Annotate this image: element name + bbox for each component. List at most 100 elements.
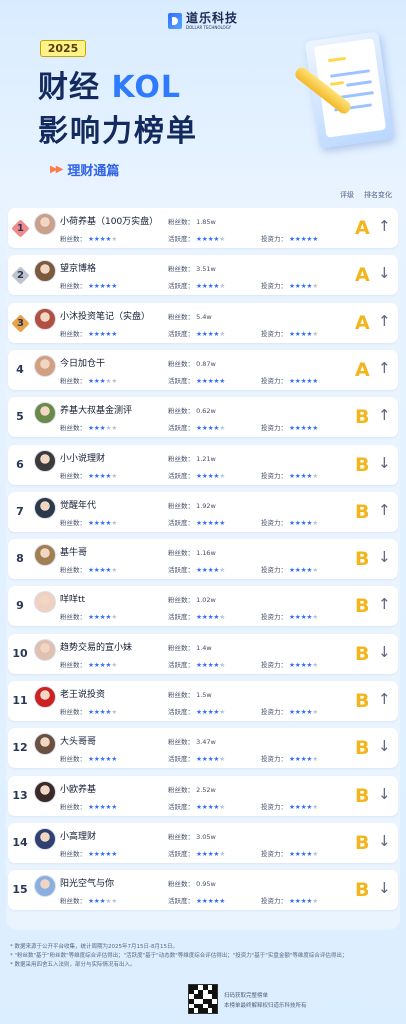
fans-count: 粉丝数： 1.85w (168, 218, 216, 226)
rank-badge: 3 (11, 313, 30, 333)
ranking-row[interactable]: 2 望京博格 粉丝数： 3.51w 粉丝数： ★★★★★ 活跃度： ★★★★★ 投资力： … (8, 255, 398, 296)
year-badge: 2025 (40, 40, 86, 57)
avatar (34, 307, 56, 330)
active-rating: 活跃度： ★★★★★ (168, 235, 226, 243)
kol-name: 小欧养基 (60, 784, 97, 795)
ranking-row[interactable]: 15 阳光空气与你 粉丝数： 0.95w 粉丝数： ★★★★★ 活跃度： ★★★★★ 投资… (8, 870, 398, 911)
grade-badge: B (355, 642, 370, 665)
rating-stars: ★★★★★ (196, 471, 226, 480)
fans-rating: 粉丝数： ★★★★★ (60, 329, 118, 338)
ranking-row[interactable]: 4 今日加仓干 粉丝数： 0.87w 粉丝数： ★★★★★ 活跃度： ★★★★★ 投资力：… (8, 349, 398, 390)
rank-trend-icon: ↑ (378, 311, 391, 330)
fans-rating: 粉丝数： ★★★★★ (60, 802, 118, 811)
ranking-row[interactable]: 12 大头哥哥 粉丝数： 3.47w 粉丝数： ★★★★★ 活跃度： ★★★★★ 投资力：… (8, 728, 398, 769)
fans-count: 粉丝数： 1.4w (168, 643, 212, 652)
ranking-row[interactable]: 9 咩咩tt 粉丝数： 1.02w 粉丝数： ★★★★★ 活跃度： ★★★★★ 投资力： … (8, 586, 398, 627)
page-title-line2: 影响力榜单 (38, 114, 198, 149)
rating-stars: ★★★★★ (289, 376, 319, 385)
active-rating: 活跃度： ★★★★★ (168, 566, 226, 575)
fans-rating: 粉丝数： ★★★★★ (60, 376, 118, 385)
kol-name: 今日加仓干 (60, 358, 106, 369)
brand-name: 道乐科技 (185, 11, 238, 25)
ranking-row[interactable]: 5 养基大叔基金测评 粉丝数： 0.62w 粉丝数： ★★★★★ 活跃度： ★★★★★ 投… (8, 397, 398, 438)
kol-name: 小小说理财 (60, 453, 106, 464)
ranking-row[interactable]: 8 基牛哥 粉丝数： 1.16w 粉丝数： ★★★★★ 活跃度： ★★★★★ 投资力： ★… (8, 539, 398, 580)
grade-badge: B (355, 737, 370, 760)
avatar (34, 686, 56, 708)
fans-rating: 粉丝数： ★★★★★ (60, 897, 118, 906)
rank-trend-icon: ↓ (378, 453, 391, 472)
rating-stars: ★★★★★ (88, 329, 118, 338)
invest-rating: 投资力： ★★★★★ (261, 282, 319, 291)
avatar (34, 402, 56, 425)
grade-badge: B (355, 879, 370, 902)
active-rating: 活跃度： ★★★★★ (168, 660, 226, 669)
rating-stars: ★★★★★ (196, 613, 226, 622)
rating-stars: ★★★★★ (196, 897, 226, 906)
avatar (34, 733, 56, 756)
qr-caption: 扫码获取完整榜单 本榜单最终解释权归道乐科技所有 (224, 993, 307, 1009)
active-rating: 活跃度： ★★★★★ (168, 897, 226, 906)
rank-trend-icon: ↓ (378, 831, 391, 850)
rating-stars: ★★★★★ (88, 849, 118, 858)
rank-trend-icon: ↑ (378, 406, 391, 425)
rating-stars: ★★★★★ (289, 613, 319, 622)
rank-badge: 1 (11, 219, 30, 238)
rating-stars: ★★★★★ (88, 660, 118, 669)
invest-rating: 投资力： ★★★★★ (261, 613, 319, 622)
active-rating: 活跃度： ★★★★★ (168, 613, 226, 622)
ranking-row[interactable]: 10 趋势交易的宣小妹 粉丝数： 1.4w 粉丝数： ★★★★★ 活跃度： ★★★★★ 投… (8, 633, 398, 674)
kol-name: 咩咩tt (60, 595, 86, 606)
ranking-row[interactable]: 11 老王说投资 粉丝数： 1.5w 粉丝数： ★★★★★ 活跃度： ★★★★★ 投资力：… (8, 681, 398, 721)
active-rating: 活跃度： ★★★★★ (168, 755, 226, 764)
rating-stars: ★★★★★ (289, 897, 319, 906)
fans-count: 粉丝数： 1.02w (168, 596, 216, 605)
active-rating: 活跃度： ★★★★★ (168, 518, 226, 527)
avatar (34, 213, 56, 235)
ranking-row[interactable]: 14 小高理财 粉丝数： 3.05w 粉丝数： ★★★★★ 活跃度： ★★★★★ 投资力：… (8, 822, 398, 863)
rating-stars: ★★★★★ (196, 660, 226, 669)
rating-stars: ★★★★★ (289, 755, 319, 764)
avatar (34, 260, 56, 283)
rank-trend-icon: ↑ (378, 595, 391, 614)
grade-badge: B (355, 831, 370, 854)
ranking-row[interactable]: 7 觉醒年代 粉丝数： 1.92w 粉丝数： ★★★★★ 活跃度： ★★★★★ 投资力： … (8, 491, 398, 532)
grade-badge: B (355, 453, 370, 476)
grade-badge: B (355, 784, 370, 807)
rating-stars: ★★★★★ (196, 518, 226, 527)
rank-badge: 12 (12, 741, 28, 755)
fans-rating: 粉丝数： ★★★★★ (60, 282, 118, 291)
grade-badge: B (355, 690, 370, 712)
active-rating: 活跃度： ★★★★★ (168, 329, 226, 338)
rating-stars: ★★★★★ (88, 471, 118, 480)
ranking-row[interactable]: 1 小荷养基（100万实盘） 粉丝数： 1.85w 粉丝数： ★★★★★ 活跃度： ★★… (8, 208, 398, 248)
rating-stars: ★★★★★ (289, 708, 319, 716)
fans-count: 粉丝数： 5.4w (168, 312, 212, 321)
ranking-row[interactable]: 3 小沐投资笔记（实盘） 粉丝数： 5.4w 粉丝数： ★★★★★ 活跃度： ★★★★★… (8, 302, 398, 343)
avatar (34, 496, 56, 519)
rating-stars: ★★★★★ (88, 566, 118, 575)
ranking-row[interactable]: 13 小欧养基 粉丝数： 2.52w 粉丝数： ★★★★★ 活跃度： ★★★★★ 投资力：… (8, 775, 398, 816)
rank-badge: 8 (16, 552, 24, 566)
rank-trend-icon: ↓ (378, 737, 391, 756)
invest-rating: 投资力： ★★★★★ (261, 849, 319, 858)
invest-rating: 投资力： ★★★★★ (261, 660, 319, 669)
fans-rating: 粉丝数： ★★★★★ (60, 518, 118, 527)
rank-trend-icon: ↓ (378, 264, 391, 283)
brand: 道乐科技 DOLLAR TECHNOLOGY (0, 12, 406, 30)
invest-rating: 投资力： ★★★★★ (261, 566, 319, 575)
rating-stars: ★★★★★ (196, 235, 226, 243)
fans-count: 粉丝数： 1.92w (168, 501, 216, 510)
qr-code[interactable] (188, 984, 218, 1014)
ranking-row[interactable]: 6 小小说理财 粉丝数： 1.21w 粉丝数： ★★★★★ 活跃度： ★★★★★ 投资力：… (8, 444, 398, 485)
rating-stars: ★★★★★ (289, 471, 319, 480)
rating-stars: ★★★★★ (88, 708, 118, 716)
kol-name: 大头哥哥 (60, 737, 97, 748)
rank-badge: 10 (12, 646, 28, 660)
rating-stars: ★★★★★ (289, 660, 319, 669)
invest-rating: 投资力： ★★★★★ (261, 518, 319, 527)
rating-stars: ★★★★★ (88, 282, 118, 291)
fans-count: 粉丝数： 1.21w (168, 454, 216, 463)
fans-rating: 粉丝数： ★★★★★ (60, 424, 118, 433)
page-title-line1: 财经 KOL (38, 70, 181, 105)
